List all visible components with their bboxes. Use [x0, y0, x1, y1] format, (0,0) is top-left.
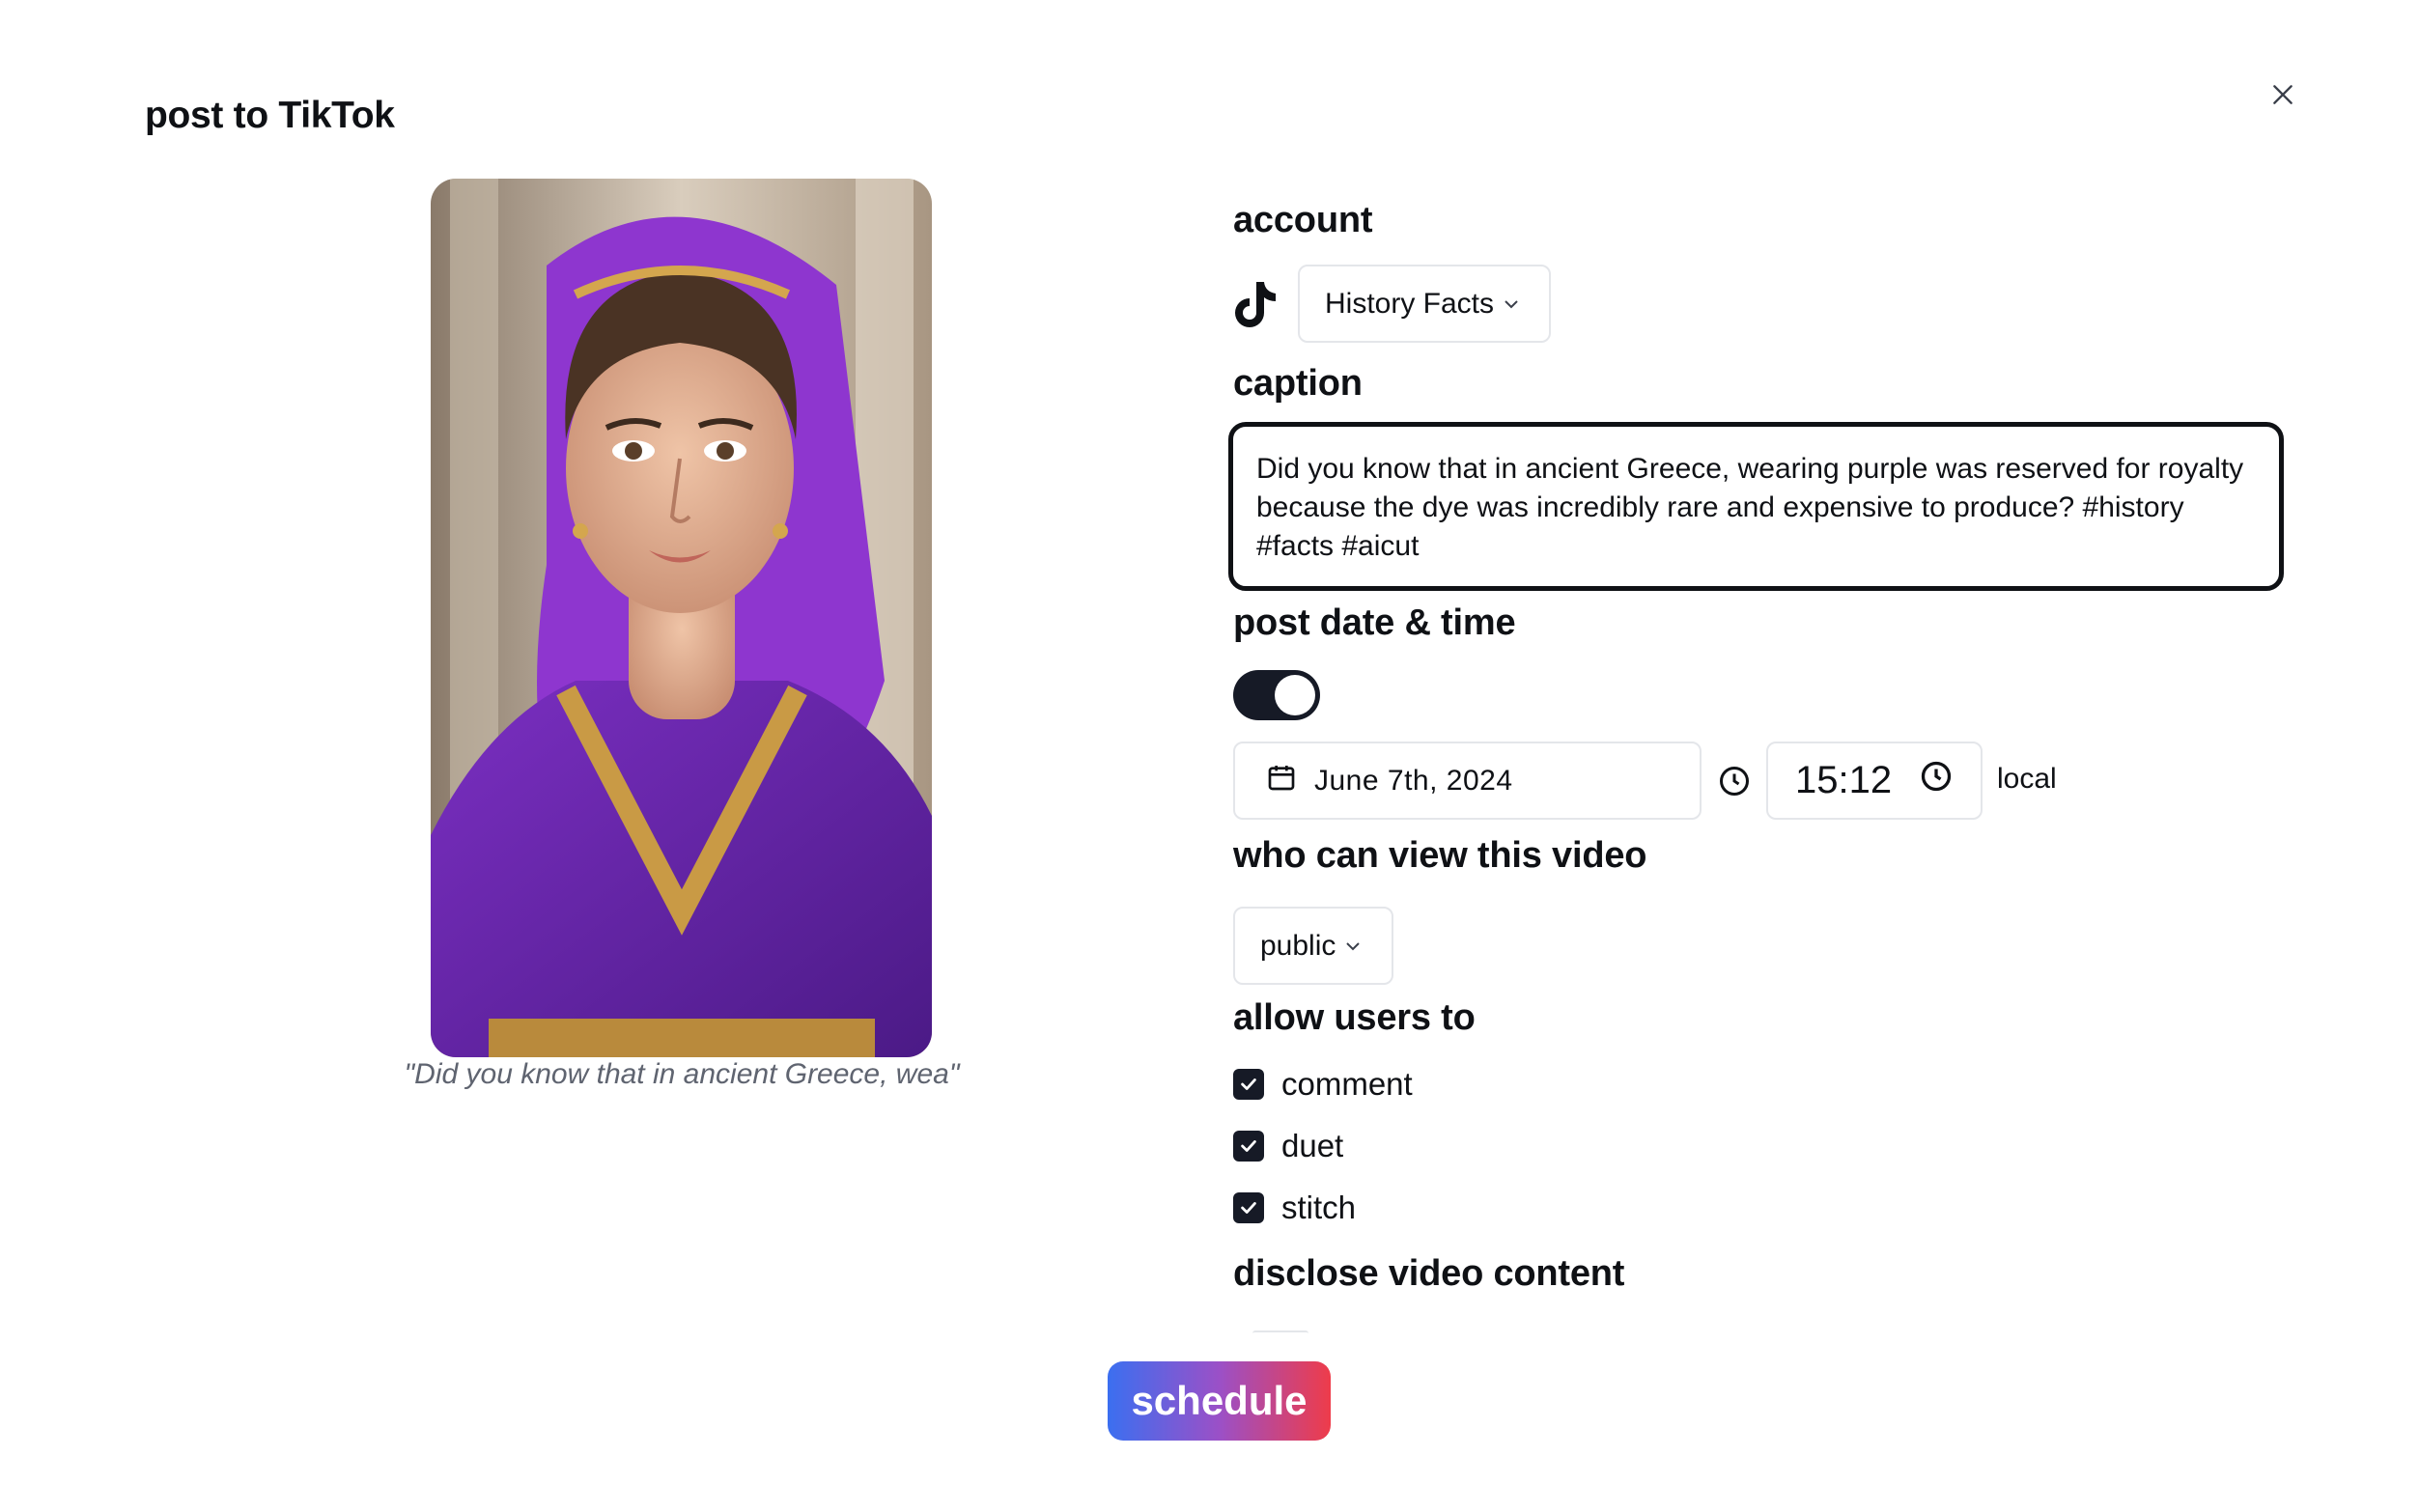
- caption-textarea[interactable]: Did you know that in ancient Greece, wea…: [1228, 422, 2284, 591]
- post-dialog: post to TikTok "Did you know that in anc…: [0, 0, 2419, 1512]
- visibility-label: who can view this video: [1233, 835, 1647, 876]
- checkbox-checked-icon: [1233, 1069, 1264, 1100]
- disclose-toggle[interactable]: [1252, 1330, 1308, 1336]
- schedule-button[interactable]: schedule: [1108, 1361, 1331, 1441]
- preview-caption: "Did you know that in ancient Greece, we…: [404, 1058, 960, 1090]
- disclose-label: disclose video content: [1233, 1253, 1625, 1294]
- checkbox-checked-icon: [1233, 1192, 1264, 1223]
- time-input[interactable]: 15:12: [1766, 742, 1983, 820]
- allow-users-label: allow users to: [1233, 997, 1476, 1038]
- calendar-icon: [1266, 762, 1297, 800]
- tiktok-icon: [1233, 280, 1278, 328]
- visibility-select[interactable]: public: [1233, 907, 1394, 985]
- timezone-label: local: [1997, 763, 2057, 795]
- video-preview-image: [431, 179, 932, 1057]
- allow-duet-checkbox[interactable]: duet: [1233, 1128, 1343, 1164]
- close-icon[interactable]: [2264, 75, 2302, 114]
- time-value: 15:12: [1795, 759, 1893, 801]
- dialog-title: post to TikTok: [145, 95, 395, 136]
- allow-stitch-label: stitch: [1281, 1190, 1357, 1225]
- allow-comment-label: comment: [1281, 1066, 1413, 1102]
- date-value: June 7th, 2024: [1314, 764, 1513, 797]
- visibility-select-value: public: [1260, 929, 1336, 962]
- allow-stitch-checkbox[interactable]: stitch: [1233, 1190, 1356, 1226]
- schedule-toggle[interactable]: [1233, 670, 1320, 720]
- clock-icon: [1717, 764, 1752, 798]
- caption-label: caption: [1233, 363, 1363, 404]
- checkbox-checked-icon: [1233, 1131, 1264, 1162]
- date-picker[interactable]: June 7th, 2024: [1233, 742, 1702, 820]
- post-date-time-label: post date & time: [1233, 602, 1516, 643]
- allow-comment-checkbox[interactable]: comment: [1233, 1066, 1413, 1103]
- chevron-down-icon: [1502, 294, 1521, 314]
- account-label: account: [1233, 200, 1373, 240]
- toggle-knob: [1275, 675, 1315, 715]
- allow-duet-label: duet: [1281, 1128, 1344, 1163]
- account-select[interactable]: History Facts: [1298, 265, 1551, 343]
- time-clock-icon[interactable]: [1919, 759, 1954, 803]
- chevron-down-icon: [1343, 937, 1363, 956]
- account-select-value: History Facts: [1325, 287, 1495, 320]
